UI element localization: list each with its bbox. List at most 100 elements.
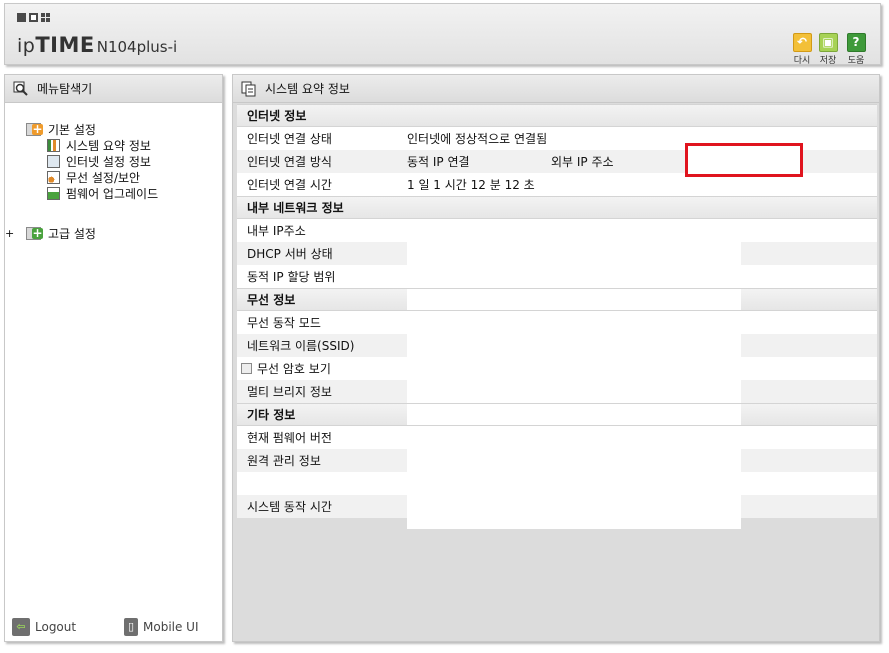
magnifier-icon: [13, 81, 29, 97]
restart-button[interactable]: ↶ 다시: [790, 33, 814, 66]
mobile-icon: ▯: [124, 618, 138, 636]
folder-plus-icon: [26, 122, 44, 136]
table-bottom: [237, 518, 877, 529]
grid-icon: [41, 13, 50, 22]
table-row: DHCP 서버 상태: [237, 242, 877, 265]
expand-plus-icon[interactable]: +: [5, 227, 17, 240]
left-footer: ⇦ Logout ▯ Mobile UI: [5, 617, 222, 637]
help-icon: ?: [846, 33, 866, 52]
logout-button[interactable]: ⇦ Logout: [12, 618, 76, 636]
table-row: 시스템 동작 시간: [237, 495, 877, 518]
square-filled-icon: [17, 13, 26, 22]
menu-explorer-title: 메뉴탐색기: [37, 82, 93, 96]
table-row: 네트워크 이름(SSID): [237, 334, 877, 357]
logout-label: Logout: [35, 620, 77, 634]
blank-cell: [407, 518, 741, 529]
tree-item-label: 무선 설정/보안: [66, 170, 141, 185]
remote-mgmt-value: [407, 449, 741, 472]
save-button[interactable]: ▣ 저장: [816, 33, 840, 66]
lan-ip-label: 내부 IP주소: [247, 224, 306, 238]
external-ip-redaction-box: [685, 143, 803, 177]
brand-model: N104plus-i: [96, 38, 178, 56]
other-section-heading: 기타 정보: [247, 408, 296, 422]
help-label: 도움: [847, 56, 865, 66]
restart-label: 다시: [793, 56, 811, 66]
tree-item-label: 펌웨어 업그레이드: [66, 186, 159, 201]
app-header: ip TIME N104plus-i ↶ 다시 ▣ 저장 ? 도움: [4, 3, 881, 66]
monitor-icon: [47, 154, 60, 168]
conn-time-label: 인터넷 연결 시간: [247, 178, 332, 192]
table-row: 동적 IP 할당 범위: [237, 265, 877, 288]
lan-ip-value: [407, 219, 741, 242]
tree-item-system-summary[interactable]: 시스템 요약 정보: [47, 137, 158, 153]
conn-method-value: 동적 IP 연결: [407, 155, 470, 169]
uptime-value: [407, 495, 741, 518]
remote-mgmt-label: 원격 관리 정보: [247, 454, 321, 468]
folder-plus-icon: [26, 226, 44, 240]
blank-cell: [407, 472, 741, 495]
tree-group-advanced[interactable]: + 고급 설정: [5, 225, 158, 241]
firmware-version-label: 현재 펌웨어 버전: [247, 431, 332, 445]
firmware-version-value: [407, 426, 741, 449]
uptime-label: 시스템 동작 시간: [247, 500, 332, 514]
restart-icon: ↶: [792, 33, 812, 52]
wireless-section-heading-row: 무선 정보: [237, 288, 877, 311]
table-row: 현재 펌웨어 버전: [237, 426, 877, 449]
mobile-ui-button[interactable]: ▯ Mobile UI: [124, 618, 199, 636]
conn-method-label: 인터넷 연결 방식: [247, 155, 332, 169]
internet-section-heading: 인터넷 정보: [237, 104, 877, 127]
chart-icon: [47, 138, 60, 152]
tree-group-basic[interactable]: 기본 설정: [17, 121, 158, 137]
dhcp-value: [407, 242, 741, 265]
table-row: 내부 IP주소: [237, 219, 877, 242]
ip-range-value: [407, 265, 741, 288]
help-button[interactable]: ? 도움: [844, 33, 868, 66]
multi-bridge-label: 멀티 브리지 정보: [247, 385, 332, 399]
external-ip-label: 외부 IP 주소: [551, 155, 614, 169]
show-password-label: 무선 암호 보기: [257, 362, 331, 376]
table-row: 멀티 브리지 정보: [237, 380, 877, 403]
ip-range-label: 동적 IP 할당 범위: [247, 270, 336, 284]
window-icons: [17, 13, 50, 22]
show-password-row-label[interactable]: 무선 암호 보기: [237, 360, 407, 377]
conn-time-value: 1 일 1 시간 12 분 12 초: [407, 178, 535, 192]
save-icon: ▣: [818, 33, 838, 52]
tree-item-wireless-security[interactable]: 무선 설정/보안: [47, 169, 158, 185]
lan-section-heading: 내부 네트워크 정보: [237, 196, 877, 219]
table-row: 무선 동작 모드: [237, 311, 877, 334]
blank-cell: [407, 357, 741, 380]
document-icon: [241, 81, 257, 97]
table-row: 인터넷 연결 방식 동적 IP 연결 외부 IP 주소: [237, 143, 877, 177]
dhcp-label: DHCP 서버 상태: [247, 247, 333, 261]
brand-time: TIME: [35, 33, 95, 57]
brand-logo: ip TIME N104plus-i: [17, 33, 177, 57]
show-password-checkbox[interactable]: [241, 363, 252, 374]
system-summary-title: 시스템 요약 정보: [265, 82, 350, 96]
tree-item-internet-settings[interactable]: 인터넷 설정 정보: [47, 153, 158, 169]
ssid-label: 네트워크 이름(SSID): [247, 339, 355, 353]
tree-item-firmware-upgrade[interactable]: 펌웨어 업그레이드: [47, 185, 158, 201]
blank-cell: [407, 289, 741, 310]
logout-icon: ⇦: [12, 618, 30, 636]
menu-explorer-panel: 메뉴탐색기 기본 설정 시스템 요약 정보 인터넷 설정 정보 무선 설정/보안…: [4, 74, 223, 642]
ssid-value: [407, 334, 741, 357]
table-row: [237, 472, 877, 495]
wireless-mode-label: 무선 동작 모드: [247, 316, 321, 330]
wireless-icon: [47, 170, 60, 184]
table-row: 원격 관리 정보: [237, 449, 877, 472]
mobile-ui-label: Mobile UI: [143, 620, 199, 634]
tree-item-label: 인터넷 설정 정보: [66, 154, 151, 169]
system-summary-panel: 시스템 요약 정보 인터넷 정보 인터넷 연결 상태 인터넷에 정상적으로 연결…: [232, 74, 880, 642]
conn-state-label: 인터넷 연결 상태: [247, 132, 332, 146]
multi-bridge-value: [407, 380, 741, 403]
menu-explorer-header: 메뉴탐색기: [5, 75, 222, 103]
table-row: 무선 암호 보기: [237, 357, 877, 380]
tree-item-label: 시스템 요약 정보: [66, 138, 151, 153]
save-label: 저장: [819, 56, 837, 66]
wireless-mode-value: [407, 311, 741, 334]
tree-group-label: 고급 설정: [48, 226, 96, 241]
summary-content: 인터넷 정보 인터넷 연결 상태 인터넷에 정상적으로 연결됨 인터넷 연결 방…: [237, 104, 877, 529]
blank-cell: [407, 404, 741, 425]
brand-ip: ip: [17, 35, 36, 57]
other-section-heading-row: 기타 정보: [237, 403, 877, 426]
